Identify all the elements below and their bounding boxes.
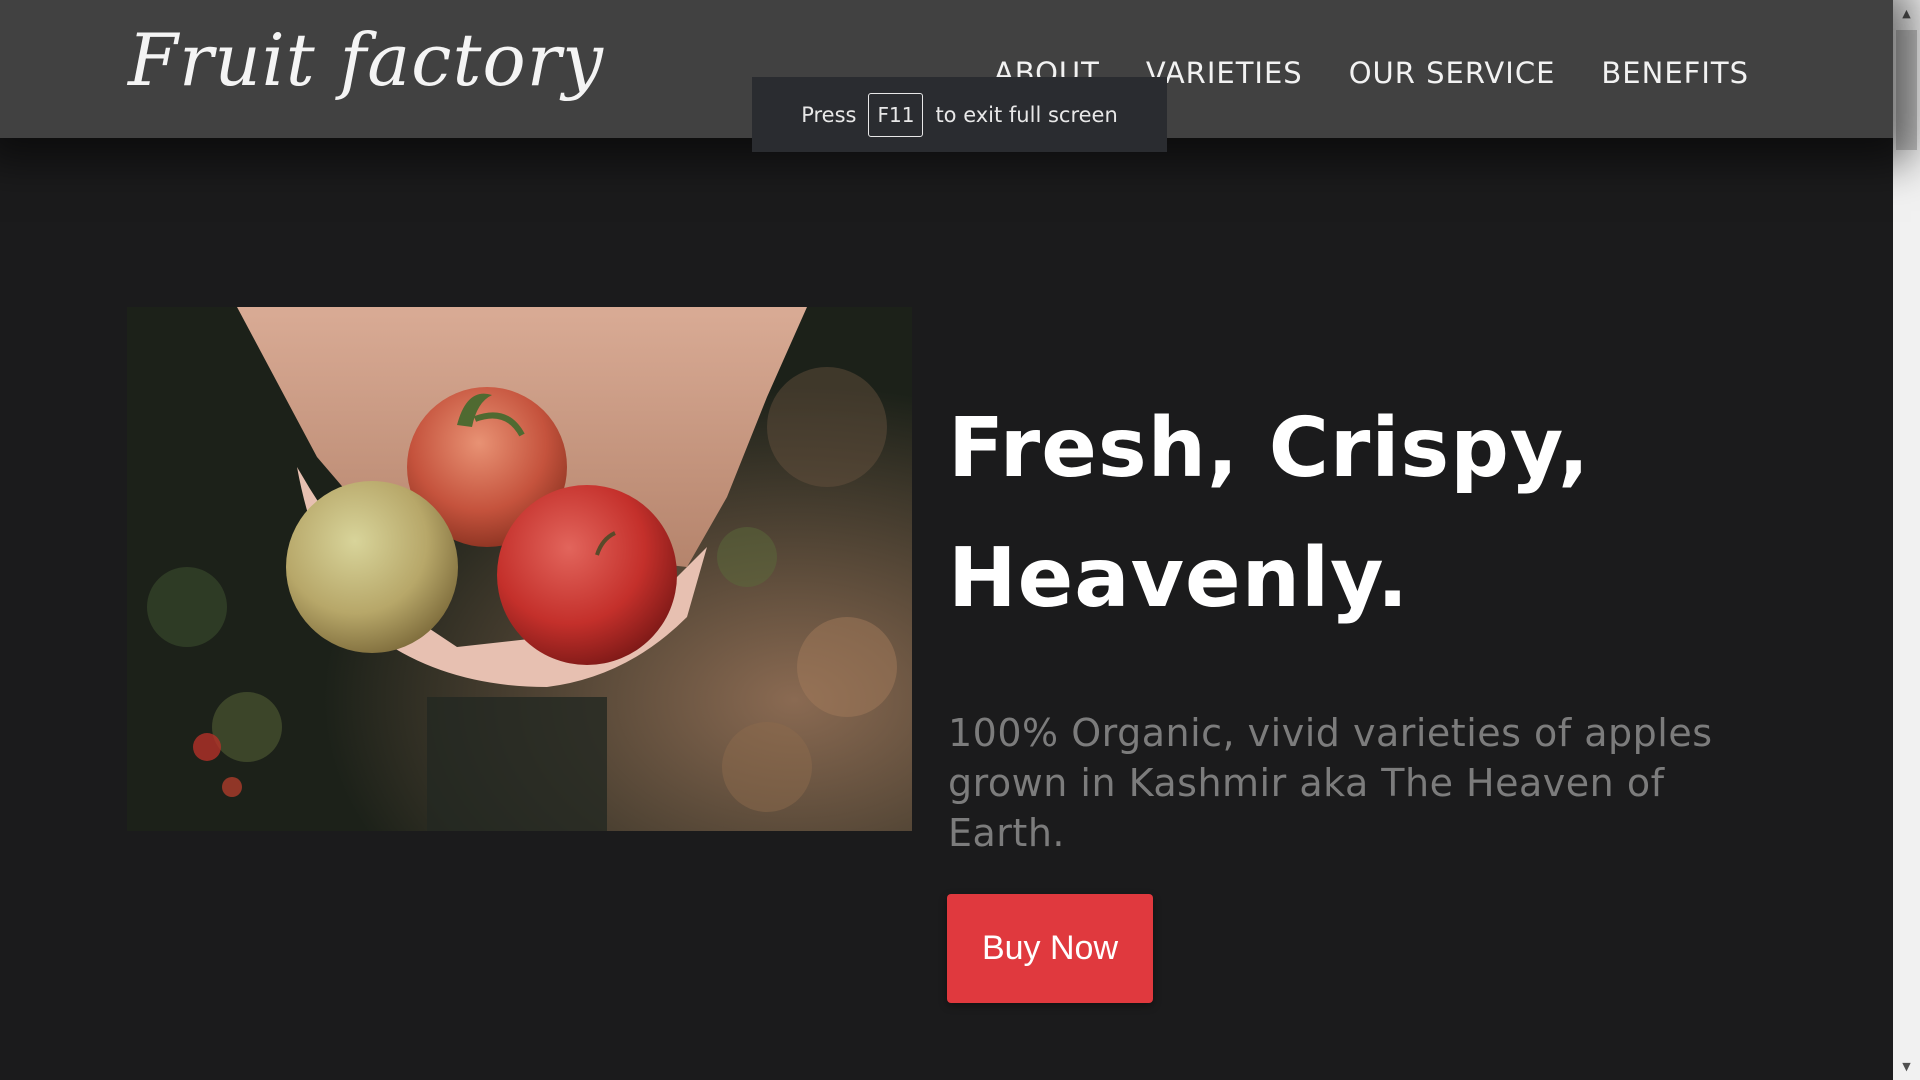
hero-headline-line2: Heavenly.: [948, 531, 1410, 626]
fullscreen-notice-prefix: Press: [801, 102, 857, 127]
fullscreen-notice-suffix: to exit full screen: [935, 102, 1118, 127]
scroll-up-arrow-icon[interactable]: ▲: [1893, 0, 1920, 27]
hero-headline: Fresh, Crispy, Heavenly.: [948, 384, 1808, 644]
buy-now-button[interactable]: Buy Now: [947, 894, 1153, 1003]
nav-link-varieties[interactable]: VARIETIES: [1146, 56, 1303, 90]
apples-in-hands-image: [127, 307, 912, 831]
hero-headline-line1: Fresh, Crispy,: [948, 401, 1591, 496]
hero-subtext: 100% Organic, vivid varieties of apples …: [948, 711, 1713, 855]
hero-image: [127, 307, 912, 831]
f11-key-badge: F11: [868, 92, 924, 137]
scrollbar[interactable]: ▲ ▼: [1893, 0, 1920, 1080]
fullscreen-notice: Press F11 to exit full screen: [752, 77, 1167, 152]
scroll-down-arrow-icon[interactable]: ▼: [1893, 1053, 1920, 1080]
nav-link-our-service[interactable]: OUR SERVICE: [1349, 56, 1556, 90]
scrollbar-thumb[interactable]: [1896, 30, 1917, 150]
nav-link-benefits[interactable]: BENEFITS: [1601, 56, 1749, 90]
logo[interactable]: Fruit factory: [128, 18, 604, 102]
page: Fruit factory ABOUT VARIETIES OUR SERVIC…: [0, 0, 1893, 1080]
